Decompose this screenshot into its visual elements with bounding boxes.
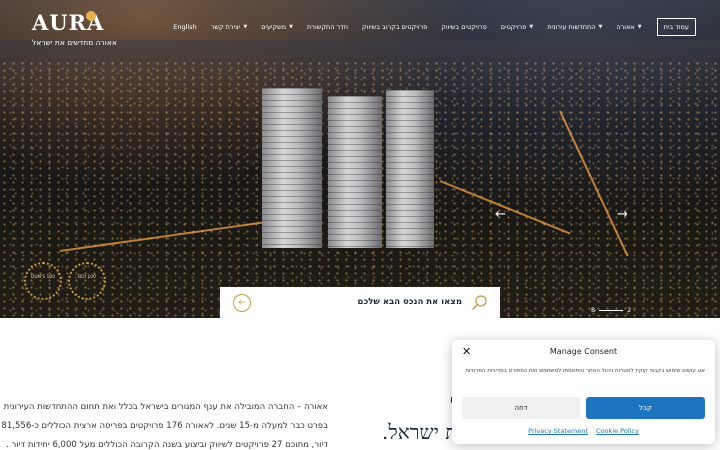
chevron-down-icon: ▼ bbox=[637, 24, 642, 30]
hero-tower-image bbox=[262, 88, 322, 248]
nav-item[interactable]: יצירת קשר ▼ bbox=[204, 23, 255, 31]
nav-item-label: פרויקטים בקרוב בשיווק bbox=[361, 23, 428, 31]
search-label: מצאו את הנכס הבא שלכם bbox=[357, 297, 462, 307]
nav-item[interactable]: אאורה ▼ bbox=[609, 23, 648, 31]
chevron-down-icon: ▼ bbox=[289, 24, 293, 30]
laurel-icon bbox=[68, 262, 106, 300]
nav-item[interactable]: התחדשות עירונית ▼ bbox=[540, 23, 609, 31]
logo-tagline: אאורה מחדשים את ישראל bbox=[32, 38, 117, 47]
chevron-down-icon: ▼ bbox=[598, 24, 603, 30]
search-go-button[interactable]: ← bbox=[233, 294, 251, 312]
property-search-bar[interactable]: מצאו את הנכס הבא שלכם ← bbox=[220, 287, 500, 319]
award-badge: BDI 100 bbox=[68, 262, 106, 300]
home-button[interactable]: עמוד בית bbox=[656, 18, 696, 36]
award-text: BDI 100 bbox=[78, 275, 96, 280]
nav-item-label: התחדשות עירונית bbox=[547, 23, 596, 31]
about-text: אאורה – החברה המובילה את ענף המגורים ביש… bbox=[0, 398, 328, 450]
accept-button[interactable]: קבל bbox=[586, 397, 705, 419]
award-badge: DUN'S 100 bbox=[24, 262, 62, 300]
nav-item[interactable]: חדר התקשורת bbox=[300, 23, 355, 31]
slider-pager: 8 2 bbox=[591, 306, 631, 314]
about-line: דיור, מתוכם 27 פרויקטים לשיווק וביצוע בש… bbox=[6, 440, 328, 450]
nav-item[interactable]: English bbox=[166, 23, 203, 31]
privacy-statement-link[interactable]: Privacy Statement bbox=[528, 427, 588, 435]
nav-item[interactable]: פרויקטים ▼ bbox=[494, 23, 540, 31]
slider-next-button[interactable]: → bbox=[617, 207, 628, 222]
slider-prev-button[interactable]: ← bbox=[495, 207, 506, 222]
about-line: אאורה – החברה המובילה את ענף המגורים ביש… bbox=[3, 402, 328, 412]
hero-banner: AURA אאורה מחדשים את ישראל עמוד בית אאור… bbox=[0, 0, 720, 318]
logo-sun-icon bbox=[86, 11, 96, 21]
consent-body: אנו עושים שימוש בקבצי קוקיז למטרות ניהול… bbox=[465, 368, 705, 374]
consent-title: Manage Consent bbox=[549, 347, 618, 356]
about-line: בפרט כבר למעלה מ-15 שנים. לאאורה 176 פרו… bbox=[0, 421, 328, 431]
arrow-right-icon: → bbox=[617, 207, 628, 222]
deny-button[interactable]: דחה bbox=[462, 397, 580, 419]
nav-item-label: פרויקטים בשיווק bbox=[441, 23, 487, 31]
nav-item-label: אאורה bbox=[616, 23, 635, 31]
nav-item-label: English bbox=[173, 23, 197, 31]
nav-item[interactable]: פרויקטים בשיווק bbox=[434, 23, 494, 31]
site-logo[interactable]: AURA אאורה מחדשים את ישראל bbox=[32, 10, 117, 48]
laurel-icon bbox=[24, 262, 62, 300]
pager-progress-line bbox=[599, 309, 624, 311]
pager-current: 2 bbox=[627, 306, 632, 314]
arrow-left-icon: ← bbox=[238, 298, 246, 308]
consent-dialog: ✕ Manage Consent אנו עושים שימוש בקבצי ק… bbox=[452, 340, 715, 444]
nav-item[interactable]: פרויקטים בקרוב בשיווק bbox=[355, 23, 434, 31]
award-text: DUN'S 100 bbox=[30, 275, 56, 280]
chevron-down-icon: ▼ bbox=[529, 24, 534, 30]
pager-total: 8 bbox=[591, 306, 596, 314]
consent-links: Privacy Statement Cookie Policy bbox=[452, 427, 715, 435]
arrow-left-icon: ← bbox=[495, 207, 506, 222]
hero-tower-image bbox=[386, 90, 434, 248]
search-icon bbox=[470, 294, 488, 312]
cookie-policy-link[interactable]: Cookie Policy bbox=[596, 427, 639, 435]
nav-item-label: משקיעים bbox=[261, 23, 287, 31]
chevron-down-icon: ▼ bbox=[243, 24, 248, 30]
nav-item-label: פרויקטים bbox=[500, 23, 527, 31]
nav-item-label: יצירת קשר bbox=[210, 23, 241, 31]
main-navigation: עמוד בית אאורה ▼ התחדשות עירונית ▼ פרויקטים ▼… bbox=[166, 17, 696, 37]
nav-item-label: חדר התקשורת bbox=[307, 23, 348, 31]
hero-tower-image bbox=[328, 96, 382, 248]
nav-item[interactable]: משקיעים ▼ bbox=[254, 23, 300, 31]
